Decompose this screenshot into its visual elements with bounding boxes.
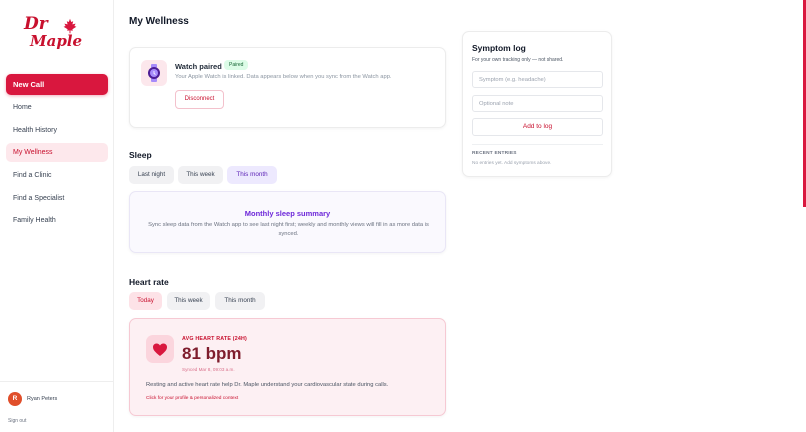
- sleep-summary-text: Sync sleep data from the Watch app to se…: [148, 222, 429, 237]
- heart-rate-description: Resting and active heart rate help Dr. M…: [146, 382, 389, 388]
- tab-sleep-this-week[interactable]: This week: [178, 166, 223, 184]
- app-root: Dr Maple New Call Home Health History My…: [0, 0, 806, 432]
- brand-line2: Maple: [30, 32, 83, 50]
- tab-sleep-this-month[interactable]: This month: [227, 166, 277, 184]
- sidebar-item-health-history[interactable]: Health History: [6, 121, 108, 140]
- watch-icon: [141, 60, 167, 86]
- symptom-divider: [472, 144, 603, 145]
- new-call-button[interactable]: New Call: [6, 74, 108, 95]
- sidebar-item-family-health[interactable]: Family Health: [6, 211, 108, 230]
- watch-card: Watch paired Paired Your Apple Watch is …: [129, 47, 446, 128]
- symptom-log-subtitle: For your own tracking only — not shared.: [472, 57, 564, 63]
- sleep-summary-card: Monthly sleep summary Sync sleep data fr…: [129, 191, 446, 253]
- profile-context-link[interactable]: Click for your profile & personalized co…: [146, 396, 238, 401]
- avatar[interactable]: R: [8, 392, 22, 406]
- tab-heart-this-week[interactable]: This week: [167, 292, 210, 310]
- empty-entries-text: No entries yet. Add symptoms above.: [472, 161, 552, 166]
- note-input[interactable]: Optional note: [472, 95, 603, 112]
- avg-heart-rate-label: AVG HEART RATE (24H): [182, 336, 248, 342]
- tab-heart-this-month[interactable]: This month: [215, 292, 265, 310]
- sign-out-link[interactable]: Sign out: [8, 418, 26, 424]
- symptom-log-title: Symptom log: [472, 43, 526, 53]
- heart-rate-card: AVG HEART RATE (24H) 81 bpm Synced Mar 8…: [129, 318, 446, 416]
- sidebar-item-my-wellness[interactable]: My Wellness: [6, 143, 108, 162]
- sidebar-divider: [0, 381, 114, 382]
- sidebar-item-find-a-specialist[interactable]: Find a Specialist: [6, 189, 108, 208]
- page-title: My Wellness: [129, 16, 189, 27]
- heart-rate-section-title: Heart rate: [129, 277, 169, 287]
- heart-icon: [146, 335, 174, 363]
- tab-sleep-last-night[interactable]: Last night: [129, 166, 174, 184]
- sidebar-item-find-a-clinic[interactable]: Find a Clinic: [6, 166, 108, 185]
- brand-logo[interactable]: Dr Maple: [22, 14, 82, 54]
- sleep-section-title: Sleep: [129, 150, 152, 160]
- brand-line1: Dr: [24, 14, 48, 34]
- symptom-input[interactable]: Symptom (e.g. headache): [472, 71, 603, 88]
- disconnect-button[interactable]: Disconnect: [175, 90, 224, 109]
- maple-leaf-icon: [63, 18, 77, 34]
- watch-title: Watch paired: [175, 62, 222, 71]
- add-to-log-button[interactable]: Add to log: [472, 118, 603, 136]
- watch-description: Your Apple Watch is linked. Data appears…: [175, 74, 392, 80]
- recent-entries-label: RECENT ENTRIES: [472, 151, 517, 156]
- sidebar-item-home[interactable]: Home: [6, 98, 108, 117]
- synced-timestamp: Synced Mar 8, 09:03 a.m.: [182, 367, 235, 372]
- sidebar: Dr Maple New Call Home Health History My…: [0, 0, 114, 432]
- user-name: Ryan Peters: [27, 396, 58, 402]
- avg-heart-rate-value: 81 bpm: [182, 344, 242, 363]
- symptom-log-card: Symptom log For your own tracking only —…: [462, 31, 612, 177]
- sleep-summary-title: Monthly sleep summary: [244, 209, 331, 218]
- tab-heart-today[interactable]: Today: [129, 292, 162, 310]
- paired-badge: Paired: [224, 60, 249, 70]
